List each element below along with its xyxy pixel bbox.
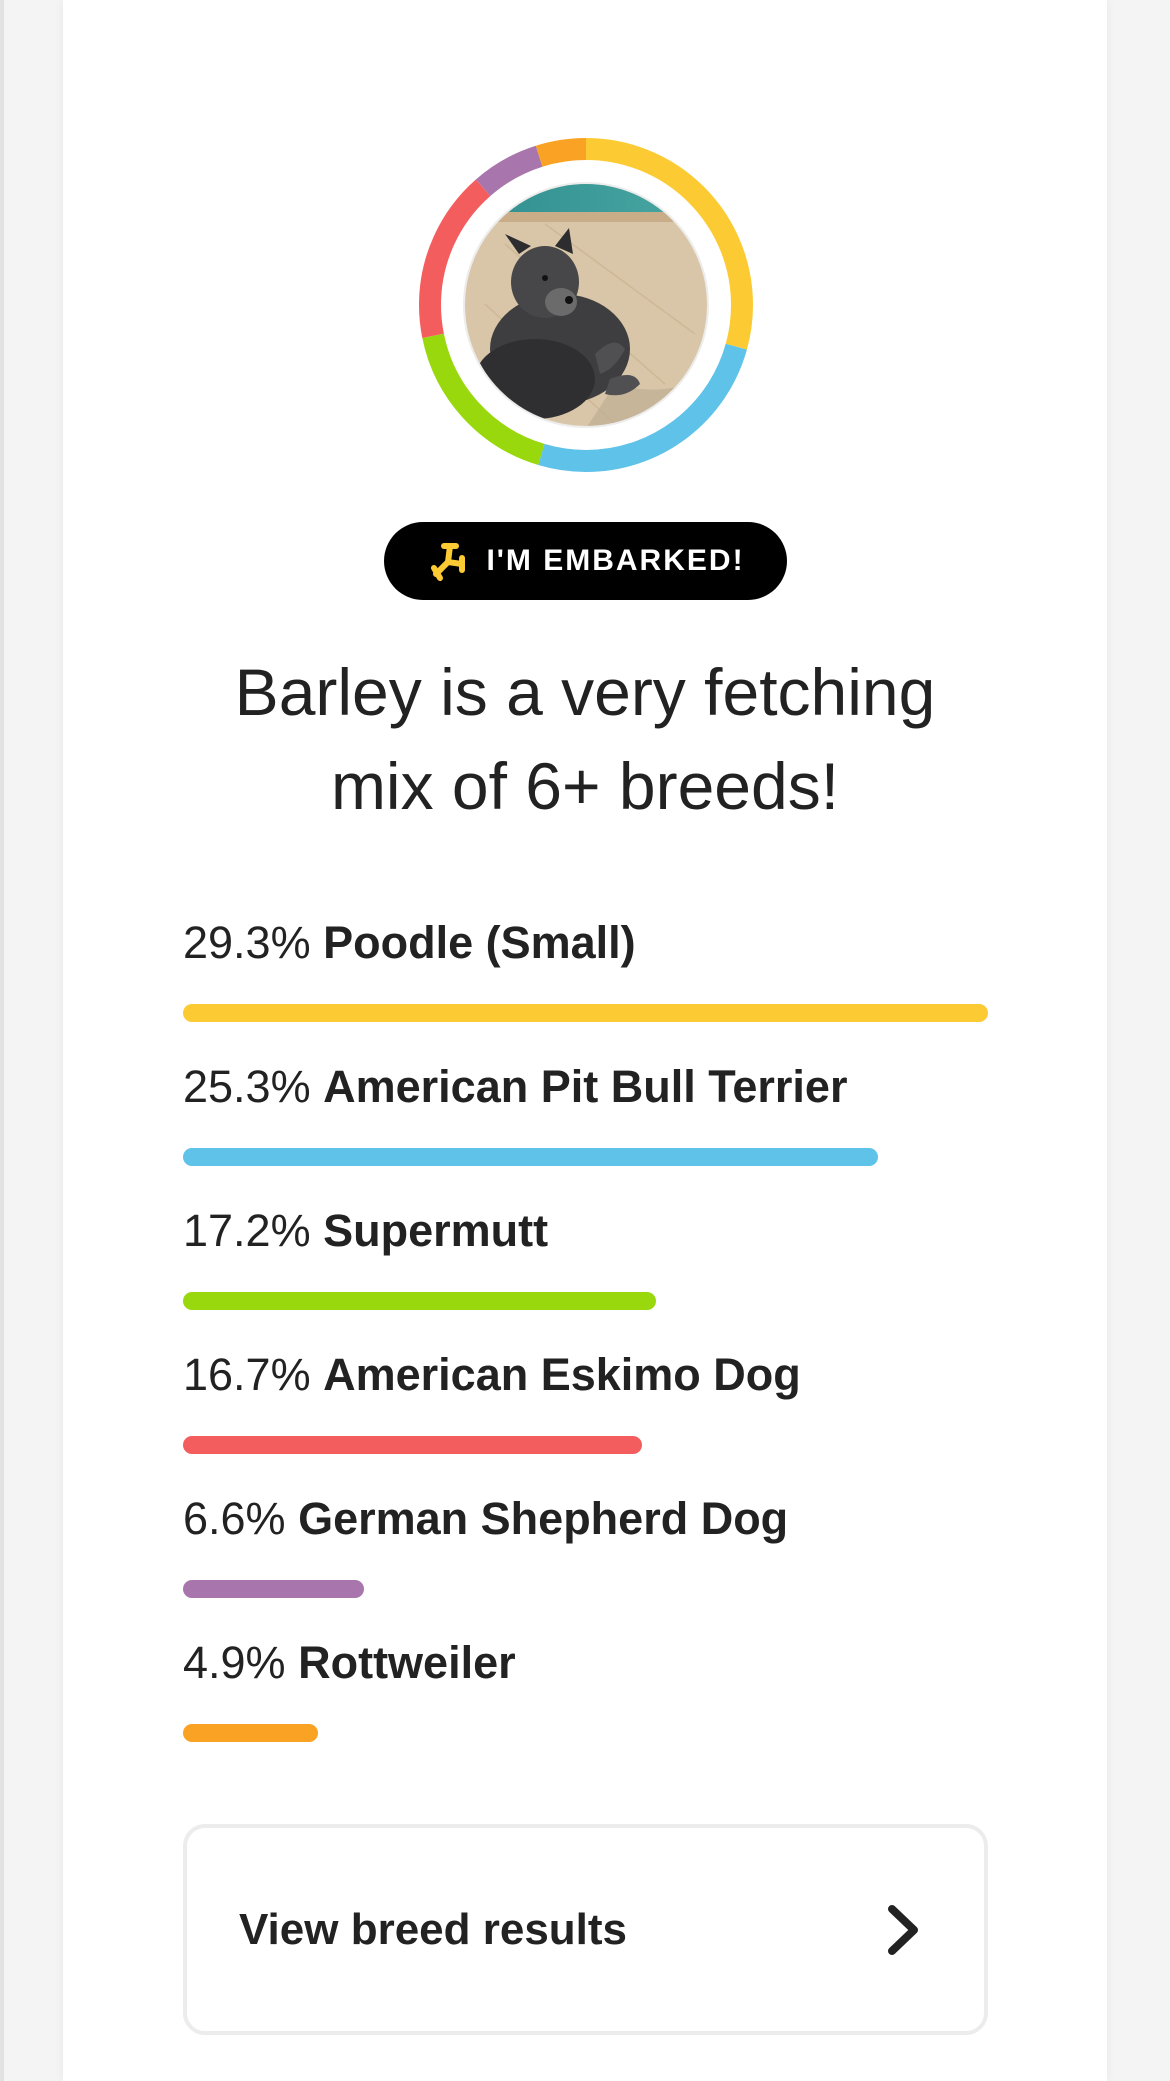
breed-percent: 25.3% xyxy=(183,1061,311,1112)
headline-line-1: Barley is a very fetching xyxy=(234,655,936,729)
breed-name: Poodle (Small) xyxy=(323,917,636,968)
breed-name: American Eskimo Dog xyxy=(323,1349,801,1400)
breed-bar xyxy=(183,1148,879,1166)
chevron-right-icon xyxy=(888,1904,918,1955)
breed-percent: 6.6% xyxy=(183,1493,286,1544)
breed-bar xyxy=(183,1724,318,1742)
page-edge xyxy=(0,0,4,2081)
breed-row: 6.6% German Shepherd Dog xyxy=(183,1492,988,1598)
breed-bar xyxy=(183,1004,988,1022)
breed-row: 4.9% Rottweiler xyxy=(183,1636,988,1742)
breed-bar xyxy=(183,1436,642,1454)
view-breed-results-button[interactable]: View breed results xyxy=(183,1824,988,2035)
dog-bone-icon xyxy=(431,543,466,581)
embarked-badge: I'M EMBARKED! xyxy=(384,522,787,600)
breed-percent: 29.3% xyxy=(183,917,311,968)
breed-percent: 4.9% xyxy=(183,1637,286,1688)
dog-photo xyxy=(463,182,709,428)
view-breed-results-label: View breed results xyxy=(239,1904,628,1954)
badge-label: I'M EMBARKED! xyxy=(486,544,745,577)
breed-name: Supermutt xyxy=(323,1205,549,1256)
breed-row: 16.7% American Eskimo Dog xyxy=(183,1348,988,1454)
breed-row: 25.3% American Pit Bull Terrier xyxy=(183,1060,988,1166)
breed-bar xyxy=(183,1292,656,1310)
breed-name: American Pit Bull Terrier xyxy=(323,1061,848,1112)
breed-name: German Shepherd Dog xyxy=(298,1493,789,1544)
breed-row: 29.3% Poodle (Small) xyxy=(183,916,988,1022)
breed-row: 17.2% Supermutt xyxy=(183,1204,988,1310)
dog-avatar xyxy=(418,137,754,473)
breed-percent: 16.7% xyxy=(183,1349,311,1400)
page-title: Barley is a very fetching mix of 6+ bree… xyxy=(120,645,1050,833)
breed-percent: 17.2% xyxy=(183,1205,311,1256)
breed-bar xyxy=(183,1580,365,1598)
headline-line-2: mix of 6+ breeds! xyxy=(330,749,840,823)
breed-name: Rottweiler xyxy=(298,1637,516,1688)
